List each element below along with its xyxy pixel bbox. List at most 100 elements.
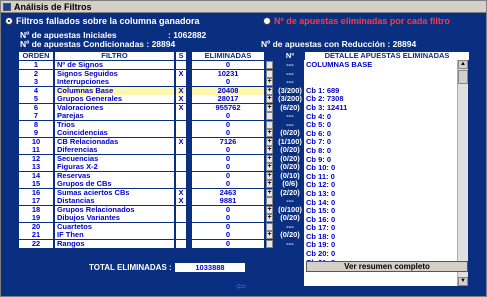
row-eliminadas: 0	[192, 146, 264, 154]
row-expand-button[interactable]: +	[266, 171, 273, 180]
table-row[interactable]: 1 Nº de Signos 0 ---	[19, 61, 304, 70]
option-filtros-fallados[interactable]: Filtros fallados sobre la columna ganado…	[4, 14, 254, 28]
table-row[interactable]: 9 Coincidencias 0 + (0/20)	[19, 129, 304, 138]
row-eliminadas: 0	[192, 129, 264, 137]
row-filtro: Trios	[55, 120, 174, 129]
row-s	[176, 214, 186, 222]
table-row[interactable]: 5 Grupos Generales X 28017 + (3/200)	[19, 95, 304, 104]
row-expand-button[interactable]: +	[266, 214, 273, 222]
row-orden: 14	[19, 171, 53, 180]
scroll-thumb[interactable]	[458, 70, 468, 84]
row-s	[176, 120, 186, 129]
row-s	[176, 205, 186, 214]
row-expand-button[interactable]: +	[266, 188, 273, 197]
row-expand-button[interactable]	[266, 197, 273, 205]
row-eliminadas: 0	[192, 154, 264, 163]
row-s	[176, 231, 186, 239]
scroll-up-icon[interactable]: ▲	[458, 60, 468, 69]
row-expand-button[interactable]: +	[266, 137, 273, 146]
row-expand-button[interactable]: +	[266, 231, 273, 239]
row-eliminadas: 2463	[192, 188, 264, 197]
row-num: ---	[286, 120, 294, 129]
row-expand-button[interactable]: +	[266, 103, 273, 112]
header-s: S	[176, 52, 186, 60]
table-row[interactable]: 10 CB Relacionadas X 7126 + (1/100)	[19, 137, 304, 147]
table-row[interactable]: 4 Columnas Base X 20408 + (3/200)	[19, 86, 304, 96]
table-row[interactable]: 22 Rangos 0 ---	[19, 239, 304, 249]
table-row[interactable]: 19 Dibujos Variantes 0 + (0/20)	[19, 214, 304, 223]
row-expand-button[interactable]: +	[266, 180, 273, 188]
row-expand-button[interactable]	[266, 69, 273, 78]
row-eliminadas: 28017	[192, 95, 264, 103]
ver-resumen-button[interactable]: Ver resumen completo	[306, 261, 468, 272]
row-filtro: Coincidencias	[55, 129, 174, 137]
row-s: X	[176, 95, 186, 103]
row-filtro: Signos Seguidos	[55, 69, 174, 78]
table-row[interactable]: 3 Interrupciones 0 + ---	[19, 78, 304, 87]
row-s: X	[176, 86, 186, 95]
row-expand-button[interactable]	[266, 222, 273, 231]
row-eliminadas: 0	[192, 171, 264, 180]
table-row[interactable]: 20 Cuartetos 0 ---	[19, 222, 304, 232]
row-s	[176, 78, 186, 86]
row-expand-button[interactable]: +	[266, 205, 273, 214]
header-detalle: DETALLE APUESTAS ELIMINADAS	[305, 52, 469, 60]
row-filtro: Grupos de CBs	[55, 180, 174, 188]
table-row[interactable]: 11 Diferencias 0 + (0/20)	[19, 146, 304, 155]
total-eliminadas-label: TOTAL ELIMINADAS :	[89, 263, 172, 272]
table-row[interactable]: 8 Trios 0 ---	[19, 120, 304, 130]
row-s	[176, 239, 186, 248]
table-row[interactable]: 2 Signos Seguidos X 10231 ---	[19, 69, 304, 79]
option-apuestas-eliminadas-label: Nº de apuestas eliminadas por cada filtr…	[274, 16, 450, 26]
row-filtro: Parejas	[55, 112, 174, 120]
row-num: ---	[286, 78, 294, 86]
table-row[interactable]: 12 Secuencias 0 + (0/20)	[19, 154, 304, 164]
row-num: (0/10)	[280, 171, 300, 180]
table-row[interactable]: 16 Sumas aciertos CBs X 2463 + (2/20)	[19, 188, 304, 198]
row-expand-button[interactable]: +	[266, 146, 273, 154]
table-row[interactable]: 17 Distancias X 9881 ---	[19, 197, 304, 206]
row-orden: 4	[19, 86, 53, 95]
row-expand-button[interactable]: +	[266, 129, 273, 137]
row-eliminadas: 0	[192, 222, 264, 231]
row-filtro: Grupos Generales	[55, 95, 174, 103]
table-row[interactable]: 18 Grupos Relacionados 0 + (0/100)	[19, 205, 304, 215]
row-expand-button[interactable]	[266, 239, 273, 248]
table-row[interactable]: 15 Grupos de CBs 0 + (0/6)	[19, 180, 304, 189]
option-apuestas-eliminadas[interactable]: Nº de apuestas eliminadas por cada filtr…	[261, 14, 486, 28]
table-row[interactable]: 21 IF Then 0 + (0/20)	[19, 231, 304, 240]
table-row[interactable]: 6 Valoraciones X 955762 + (6/20)	[19, 103, 304, 113]
back-arrow-icon[interactable]: ⇦	[233, 280, 249, 292]
row-expand-button[interactable]: +	[266, 154, 273, 163]
table-row[interactable]: 7 Parejas 0 ---	[19, 112, 304, 121]
row-expand-button[interactable]: +	[266, 95, 273, 103]
row-expand-button[interactable]: +	[266, 78, 273, 86]
row-filtro: Sumas aciertos CBs	[55, 188, 174, 197]
row-expand-button[interactable]	[266, 112, 273, 120]
radio-icon[interactable]	[5, 17, 13, 25]
row-eliminadas: 0	[192, 112, 264, 120]
reduccion-text: Nº de apuestas con Reducción : 28894	[261, 39, 417, 49]
row-filtro: Cuartetos	[55, 222, 174, 231]
radio-icon[interactable]	[263, 17, 271, 25]
table-row[interactable]: 14 Reservas 0 + (0/10)	[19, 171, 304, 181]
detail-scrollbar[interactable]: ▲ ▼	[457, 60, 468, 286]
app-icon	[3, 3, 11, 11]
row-num: (1/100)	[278, 137, 302, 146]
row-filtro: Columnas Base	[55, 86, 174, 95]
row-s	[176, 61, 186, 69]
row-expand-button[interactable]: +	[266, 163, 273, 171]
detail-list[interactable]: COLUMNAS BASE Cb 1: 689 Cb 2: 7308 Cb 3: 12…	[304, 60, 468, 286]
row-s: X	[176, 188, 186, 197]
row-orden: 2	[19, 69, 53, 78]
row-orden: 13	[19, 163, 53, 171]
row-expand-button[interactable]	[266, 120, 273, 129]
table-row[interactable]: 13 Figuras X-2 0 + (0/20)	[19, 163, 304, 172]
row-orden: 18	[19, 205, 53, 214]
row-expand-button[interactable]	[266, 61, 273, 69]
scroll-down-icon[interactable]: ▼	[458, 277, 468, 286]
row-num: ---	[286, 239, 294, 248]
row-num: (0/20)	[280, 146, 300, 154]
row-filtro: Diferencias	[55, 146, 174, 154]
row-expand-button[interactable]: +	[266, 86, 273, 95]
